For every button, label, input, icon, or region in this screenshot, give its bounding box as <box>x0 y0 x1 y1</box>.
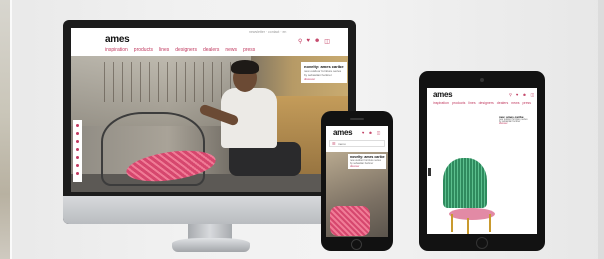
slide-dot[interactable] <box>76 140 79 143</box>
tablet-screen: ames ⚲ ♥ ☻ ◫ inspiration products lines … <box>427 88 537 234</box>
nav-item-inspiration[interactable]: inspiration <box>105 47 128 53</box>
heart-icon[interactable]: ♥ <box>516 92 518 97</box>
site-header: ames newsletter · contact · en inspirati… <box>71 28 348 55</box>
hero-person-hair <box>231 60 259 74</box>
tablet-home-button[interactable] <box>476 237 488 249</box>
tablet-promo-box[interactable]: neu: ames caribe new outdoor furniture s… <box>497 114 537 126</box>
phone-header-icons: ♥ ☻ ◫ <box>362 130 380 135</box>
desktop-screen: ames newsletter · contact · en inspirati… <box>71 28 348 192</box>
nav-item-designers[interactable]: designers <box>175 47 197 53</box>
tablet-device: ames ⚲ ♥ ☻ ◫ inspiration products lines … <box>419 71 545 251</box>
nav-item-lines[interactable]: lines <box>159 47 169 53</box>
tablet-chair-leg <box>489 214 491 232</box>
nav-item-dealers[interactable]: dealers <box>203 47 219 53</box>
slide-dot[interactable] <box>76 164 79 167</box>
phone-screen: ames ♥ ☻ ◫ ☰ menu novelty: ames caribe n… <box>326 126 388 237</box>
nav-item-dealers[interactable]: dealers <box>497 101 508 105</box>
site-logo[interactable]: ames <box>105 34 130 45</box>
slide-dot[interactable] <box>76 132 79 135</box>
nav-item-press[interactable]: press <box>522 101 531 105</box>
promo-link[interactable]: discover <box>304 77 344 81</box>
cart-icon[interactable]: ◫ <box>377 130 381 135</box>
nav-item-designers[interactable]: designers <box>479 101 494 105</box>
hero-image[interactable]: novelty: ames caribe new outdoor furnitu… <box>71 56 348 192</box>
promo-box[interactable]: novelty: ames caribe new outdoor furnitu… <box>301 62 347 83</box>
user-icon[interactable]: ☻ <box>368 130 372 135</box>
monitor-chin <box>63 196 356 224</box>
tablet-header-icons: ⚲ ♥ ☻ ◫ <box>509 92 534 97</box>
nav-item-news[interactable]: news <box>225 47 237 53</box>
user-icon[interactable]: ☻ <box>314 38 320 45</box>
nav-item-news[interactable]: news <box>511 101 519 105</box>
desktop-monitor: ames newsletter · contact · en inspirati… <box>63 20 356 224</box>
phone-device: ames ♥ ☻ ◫ ☰ menu novelty: ames caribe n… <box>321 111 393 251</box>
phone-site-logo[interactable]: ames <box>333 128 353 137</box>
phone-promo-box[interactable]: novelty: ames caribe new outdoor furnitu… <box>348 154 386 169</box>
slide-dot[interactable] <box>76 156 79 159</box>
slide-dot[interactable] <box>76 124 79 127</box>
nav-item-products[interactable]: products <box>134 47 153 53</box>
slider-pagination <box>73 120 82 182</box>
search-icon[interactable]: ⚲ <box>298 38 302 45</box>
monitor-base <box>172 238 250 252</box>
header-icons: ⚲ ♥ ☻ ◫ <box>298 38 330 45</box>
background-photo-edge <box>0 0 12 259</box>
phone-hero-image[interactable]: novelty: ames caribe new outdoor furnitu… <box>326 152 388 237</box>
tablet-promo-link[interactable]: discover <box>499 123 535 125</box>
menu-icon[interactable]: ☰ <box>332 141 336 146</box>
phone-menu-bar[interactable]: ☰ menu <box>329 140 385 147</box>
tablet-hero-image[interactable]: neu: ames caribe new outdoor furniture s… <box>427 110 537 234</box>
nav-item-products[interactable]: products <box>452 101 465 105</box>
tablet-chair-leg <box>467 218 469 234</box>
tablet-chair-back <box>443 158 487 208</box>
phone-menu-label: menu <box>338 142 346 146</box>
top-utility-links[interactable]: newsletter · contact · en <box>249 30 286 34</box>
slide-dot[interactable] <box>76 172 79 175</box>
heart-icon[interactable]: ♥ <box>306 38 310 45</box>
main-nav: inspiration products lines designers dea… <box>105 47 255 53</box>
slide-dot[interactable] <box>76 148 79 151</box>
user-icon[interactable]: ☻ <box>522 92 526 97</box>
nav-item-lines[interactable]: lines <box>468 101 475 105</box>
phone-speaker <box>350 118 364 120</box>
tablet-chair-leg <box>451 214 453 232</box>
tablet-camera <box>480 78 484 82</box>
cart-icon[interactable]: ◫ <box>324 38 330 45</box>
phone-promo-link[interactable]: discover <box>350 165 384 168</box>
background-edge <box>598 0 604 259</box>
phone-home-button[interactable] <box>351 239 362 250</box>
tablet-slider-handle[interactable] <box>428 168 431 176</box>
tablet-main-nav: inspiration products lines designers dea… <box>433 101 531 105</box>
phone-hero-chair-weave <box>330 206 370 236</box>
search-icon[interactable]: ⚲ <box>509 92 512 97</box>
cart-icon[interactable]: ◫ <box>531 92 535 97</box>
nav-item-press[interactable]: press <box>243 47 255 53</box>
heart-icon[interactable]: ♥ <box>362 130 364 135</box>
tablet-site-logo[interactable]: ames <box>433 90 453 99</box>
nav-item-inspiration[interactable]: inspiration <box>433 101 449 105</box>
